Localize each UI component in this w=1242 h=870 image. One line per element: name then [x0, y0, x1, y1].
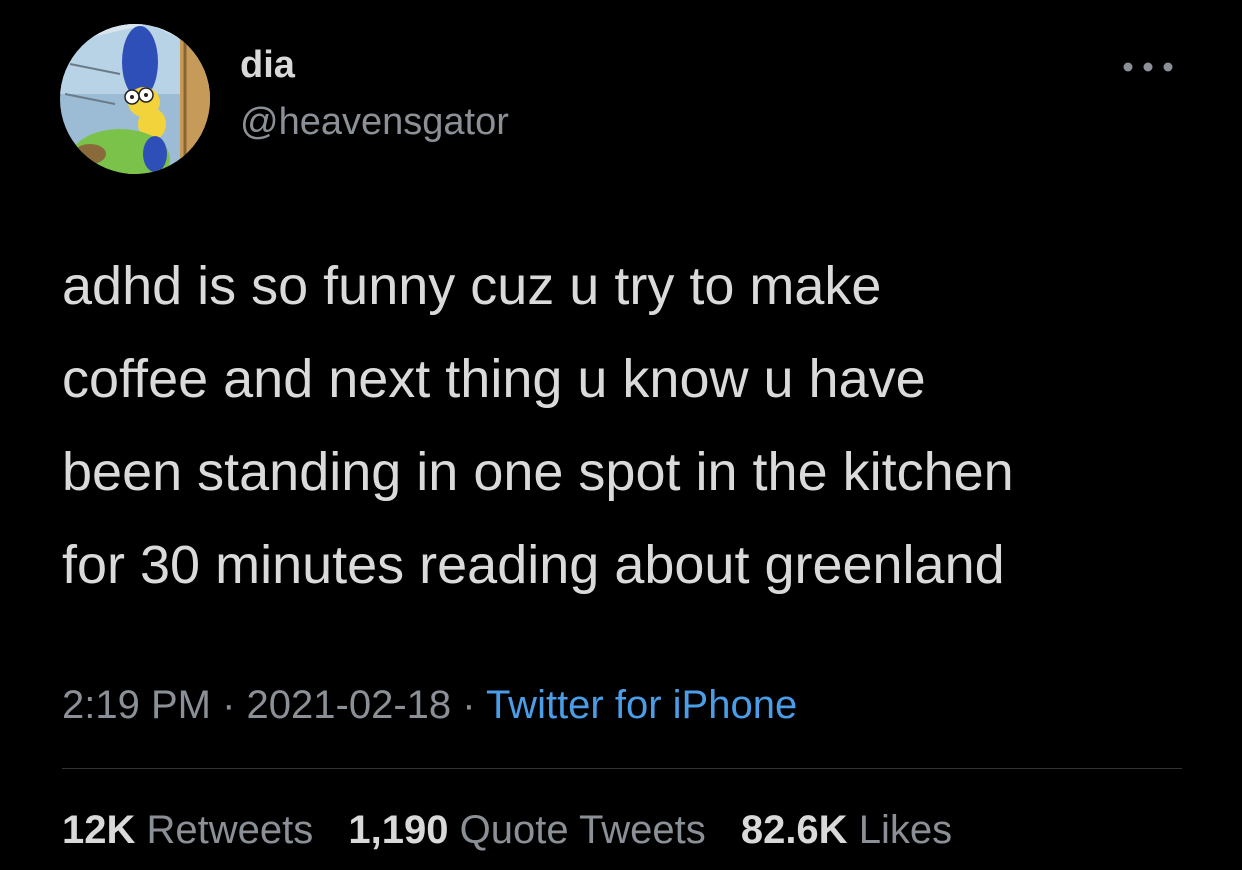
more-icon [1123, 62, 1173, 72]
quote-tweets-count: 1,190 [348, 808, 449, 852]
divider [62, 768, 1182, 769]
meta-separator: · [210, 683, 247, 727]
quote-tweets-label: Quote Tweets [459, 808, 706, 852]
meta-separator: · [451, 683, 486, 727]
likes-count: 82.6K [740, 808, 848, 852]
tweet-card: dia @heavensgator adhd is so funny cuz u… [0, 0, 1242, 870]
display-name[interactable]: dia [240, 44, 295, 87]
more-options-button[interactable] [1118, 54, 1178, 80]
tweet-text: adhd is so funny cuz u try to make coffe… [62, 240, 1222, 612]
tweet-text-line: for 30 minutes reading about greenland [62, 535, 1005, 595]
quote-tweets-stat[interactable]: 1,190 Quote Tweets [348, 808, 705, 853]
likes-label: Likes [858, 808, 953, 852]
tweet-meta: 2:19 PM · 2021-02-18 · Twitter for iPhon… [62, 683, 797, 728]
tweet-time[interactable]: 2:19 PM [62, 683, 211, 727]
avatar[interactable] [60, 24, 210, 174]
tweet-date[interactable]: 2021-02-18 [247, 683, 452, 727]
tweet-source-link[interactable]: Twitter for iPhone [486, 683, 797, 727]
tweet-text-line: been standing in one spot in the kitchen [62, 442, 1014, 502]
tweet-text-line: adhd is so funny cuz u try to make [62, 256, 882, 316]
retweets-label: Retweets [146, 808, 314, 852]
likes-stat[interactable]: 82.6K Likes [741, 808, 952, 853]
user-handle[interactable]: @heavensgator [240, 101, 509, 144]
engagement-stats: 12K Retweets 1,190 Quote Tweets 82.6K Li… [62, 808, 976, 853]
retweets-stat[interactable]: 12K Retweets [62, 808, 313, 853]
retweets-count: 12K [62, 808, 136, 852]
cartoon-avatar-icon [60, 24, 210, 174]
tweet-text-line: coffee and next thing u know u have [62, 349, 926, 409]
